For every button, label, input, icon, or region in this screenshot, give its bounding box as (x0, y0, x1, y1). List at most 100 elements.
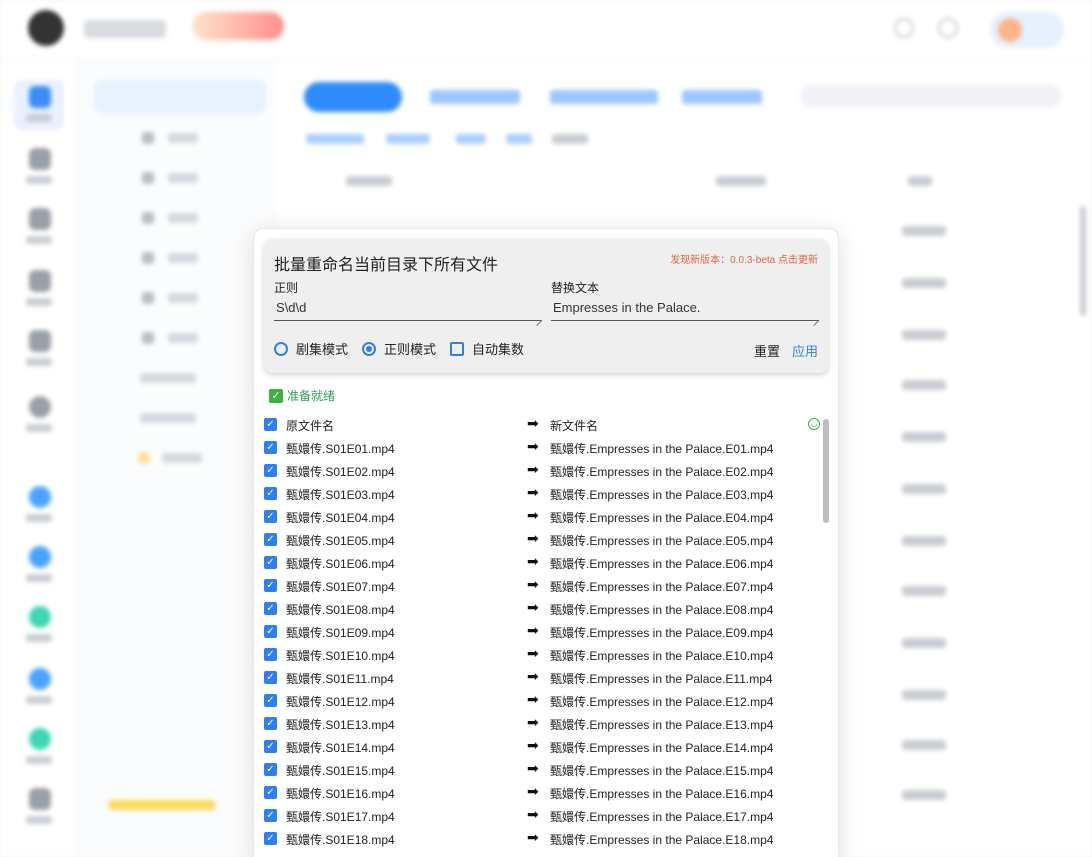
settings-icon[interactable] (938, 18, 958, 38)
regex-mode-option[interactable]: 正则模式 (362, 339, 436, 358)
file-checkbox[interactable]: ✓ (264, 740, 277, 753)
arrow-right-icon: ➡ (527, 530, 539, 546)
search-icon[interactable] (894, 18, 914, 38)
regex-input[interactable] (274, 295, 542, 321)
original-filename: 甄嬛传.S01E13.mp4 (286, 718, 395, 732)
file-checkbox[interactable]: ✓ (264, 602, 277, 615)
nav-item-8[interactable] (14, 540, 64, 590)
list-item: ✓ 甄嬛传.S01E03.mp4 ➡ 甄嬛传.Empresses in the Pal… (264, 483, 824, 506)
nav-item-3[interactable] (14, 202, 64, 252)
breadcrumb[interactable] (306, 134, 364, 144)
file-checkbox[interactable]: ✓ (264, 441, 277, 454)
column-header-date[interactable] (716, 176, 766, 186)
nav-item-10[interactable] (14, 662, 64, 712)
side-panel-item[interactable] (168, 213, 198, 223)
list-item: ✓ 甄嬛传.S01E09.mp4 ➡ 甄嬛传.Empresses in the Pal… (264, 621, 824, 644)
file-size (902, 226, 946, 236)
side-panel-section[interactable] (140, 413, 196, 423)
file-checkbox[interactable]: ✓ (264, 533, 277, 546)
list-item: ✓ 甄嬛传.S01E01.mp4 ➡ 甄嬛传.Empresses in the Pal… (264, 437, 824, 460)
side-panel-item[interactable] (168, 253, 198, 263)
file-checkbox[interactable]: ✓ (264, 809, 277, 822)
file-checkbox[interactable]: ✓ (264, 487, 277, 500)
file-checkbox[interactable]: ✓ (264, 648, 277, 661)
file-checkbox[interactable]: ✓ (264, 579, 277, 592)
nav-label (26, 634, 52, 642)
nav-item-5[interactable] (14, 324, 64, 374)
file-checkbox[interactable]: ✓ (264, 694, 277, 707)
replace-input[interactable] (551, 295, 819, 321)
upload-button[interactable] (304, 82, 402, 112)
search-input[interactable] (800, 84, 1062, 108)
auto-episode-option[interactable]: 自动集数 (450, 339, 524, 358)
scrollbar[interactable] (1080, 206, 1086, 316)
nav-label (26, 574, 52, 582)
original-filename: 甄嬛传.S01E14.mp4 (286, 741, 395, 755)
original-filename: 甄嬛传.S01E07.mp4 (286, 580, 395, 594)
arrow-right-icon: ➡ (527, 484, 539, 500)
file-checkbox[interactable]: ✓ (264, 786, 277, 799)
apply-button[interactable]: 应用 (792, 341, 818, 360)
toolbar-action[interactable] (550, 90, 658, 104)
episode-mode-option[interactable]: 剧集模式 (274, 339, 348, 358)
nav-item-2[interactable] (14, 142, 64, 192)
arrow-right-icon: ➡ (527, 691, 539, 707)
breadcrumb[interactable] (456, 134, 486, 144)
select-all-checkbox[interactable]: ✓ (264, 418, 277, 431)
resize-handle[interactable] (535, 314, 542, 321)
auto-episode-checkbox[interactable] (450, 341, 465, 356)
side-panel-active-item[interactable] (94, 80, 266, 114)
toolbar-action[interactable] (430, 90, 520, 104)
side-panel (78, 60, 278, 857)
original-filename: 甄嬛传.S01E06.mp4 (286, 557, 395, 571)
file-checkbox[interactable]: ✓ (264, 717, 277, 730)
new-filename: 甄嬛传.Empresses in the Palace.E12.mp4 (550, 695, 774, 709)
episode-mode-radio[interactable] (274, 341, 288, 356)
file-checkbox[interactable]: ✓ (264, 832, 277, 845)
nav-item-files[interactable] (14, 80, 64, 130)
file-checkbox[interactable]: ✓ (264, 625, 277, 638)
avatar (998, 18, 1022, 42)
reset-button[interactable]: 重置 (754, 341, 780, 360)
column-header-name[interactable] (346, 176, 392, 186)
side-panel-item[interactable] (162, 453, 202, 463)
breadcrumb[interactable] (386, 134, 430, 144)
file-size (902, 740, 946, 750)
side-panel-item[interactable] (168, 293, 198, 303)
side-panel-item[interactable] (168, 133, 198, 143)
dialog-title: 批量重命名当前目录下所有文件 (274, 257, 499, 274)
file-checkbox[interactable]: ✓ (264, 556, 277, 569)
list-scrollbar[interactable] (823, 419, 829, 523)
update-notice-link[interactable]: 发现新版本：0.0.3-beta 点击更新 (670, 251, 818, 266)
file-checkbox[interactable]: ✓ (264, 763, 277, 776)
file-checkbox[interactable]: ✓ (264, 464, 277, 477)
new-filename: 甄嬛传.Empresses in the Palace.E08.mp4 (550, 603, 774, 617)
panel-actions: 重置 应用 (754, 341, 818, 360)
new-filename: 甄嬛传.Empresses in the Palace.E01.mp4 (550, 442, 774, 456)
nav-item-7[interactable] (14, 480, 64, 530)
resize-handle[interactable] (812, 314, 819, 321)
nav-item-6[interactable] (14, 390, 64, 440)
toolbar-action[interactable] (682, 90, 762, 104)
new-filename: 甄嬛传.Empresses in the Palace.E10.mp4 (550, 649, 774, 663)
nav-item-12[interactable] (14, 782, 64, 832)
nav-item-11[interactable] (14, 722, 64, 772)
side-panel-item[interactable] (168, 173, 198, 183)
breadcrumb[interactable] (506, 134, 532, 144)
files-icon (29, 86, 51, 108)
nav-item-9[interactable] (14, 600, 64, 650)
app-icon (29, 606, 51, 628)
side-panel-item[interactable] (168, 333, 198, 343)
column-header-size[interactable] (908, 176, 932, 186)
smile-icon[interactable]: ◡ (808, 418, 820, 430)
arrow-right-icon: ➡ (527, 829, 539, 845)
list-item: ✓ 甄嬛传.S01E10.mp4 ➡ 甄嬛传.Empresses in the Pal… (264, 644, 824, 667)
nav-item-4[interactable] (14, 264, 64, 314)
regex-mode-radio[interactable] (362, 341, 377, 356)
file-checkbox[interactable]: ✓ (264, 510, 277, 523)
user-menu[interactable] (990, 12, 1064, 48)
status-indicator: ✓ 准备就绪 (269, 387, 335, 404)
file-checkbox[interactable]: ✓ (264, 671, 277, 684)
arrow-right-icon: ➡ (527, 622, 539, 638)
app-icon (29, 728, 51, 750)
